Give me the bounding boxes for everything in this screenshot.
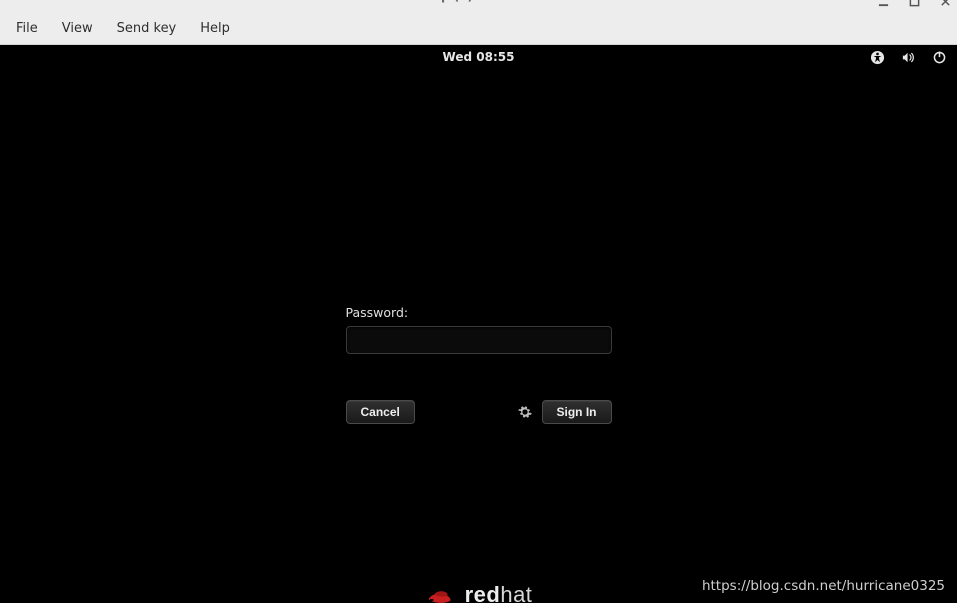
brand: redhat [425,582,533,603]
maximize-icon[interactable] [909,0,920,7]
login-actions: Cancel Sign In [346,400,612,424]
brand-text: redhat [465,582,533,603]
password-input[interactable] [346,326,612,354]
minimize-icon[interactable] [878,0,889,7]
menubar: File View Send key Help [0,12,957,45]
guest-screen: Wed 08:55 Password: Cancel Sign In [0,45,957,603]
power-icon[interactable] [932,50,947,65]
menu-help[interactable]: Help [190,17,240,40]
menu-view[interactable]: View [52,17,103,40]
close-icon[interactable] [940,0,951,7]
clock[interactable]: Wed 08:55 [150,50,807,64]
gnome-top-bar: Wed 08:55 [0,45,957,69]
redhat-logo-icon [425,583,455,603]
accessibility-icon[interactable] [870,50,885,65]
signin-button[interactable]: Sign In [542,400,612,424]
window-titlebar: desktop (1) - Virt Viewer [0,0,957,12]
gear-icon[interactable] [518,405,532,419]
cancel-button[interactable]: Cancel [346,400,415,424]
menu-file[interactable]: File [6,17,48,40]
password-label: Password: [346,305,612,320]
menu-sendkey[interactable]: Send key [107,17,187,40]
login-form: Password: [346,305,612,354]
volume-icon[interactable] [901,50,916,65]
watermark: https://blog.csdn.net/hurricane0325 [702,578,945,594]
